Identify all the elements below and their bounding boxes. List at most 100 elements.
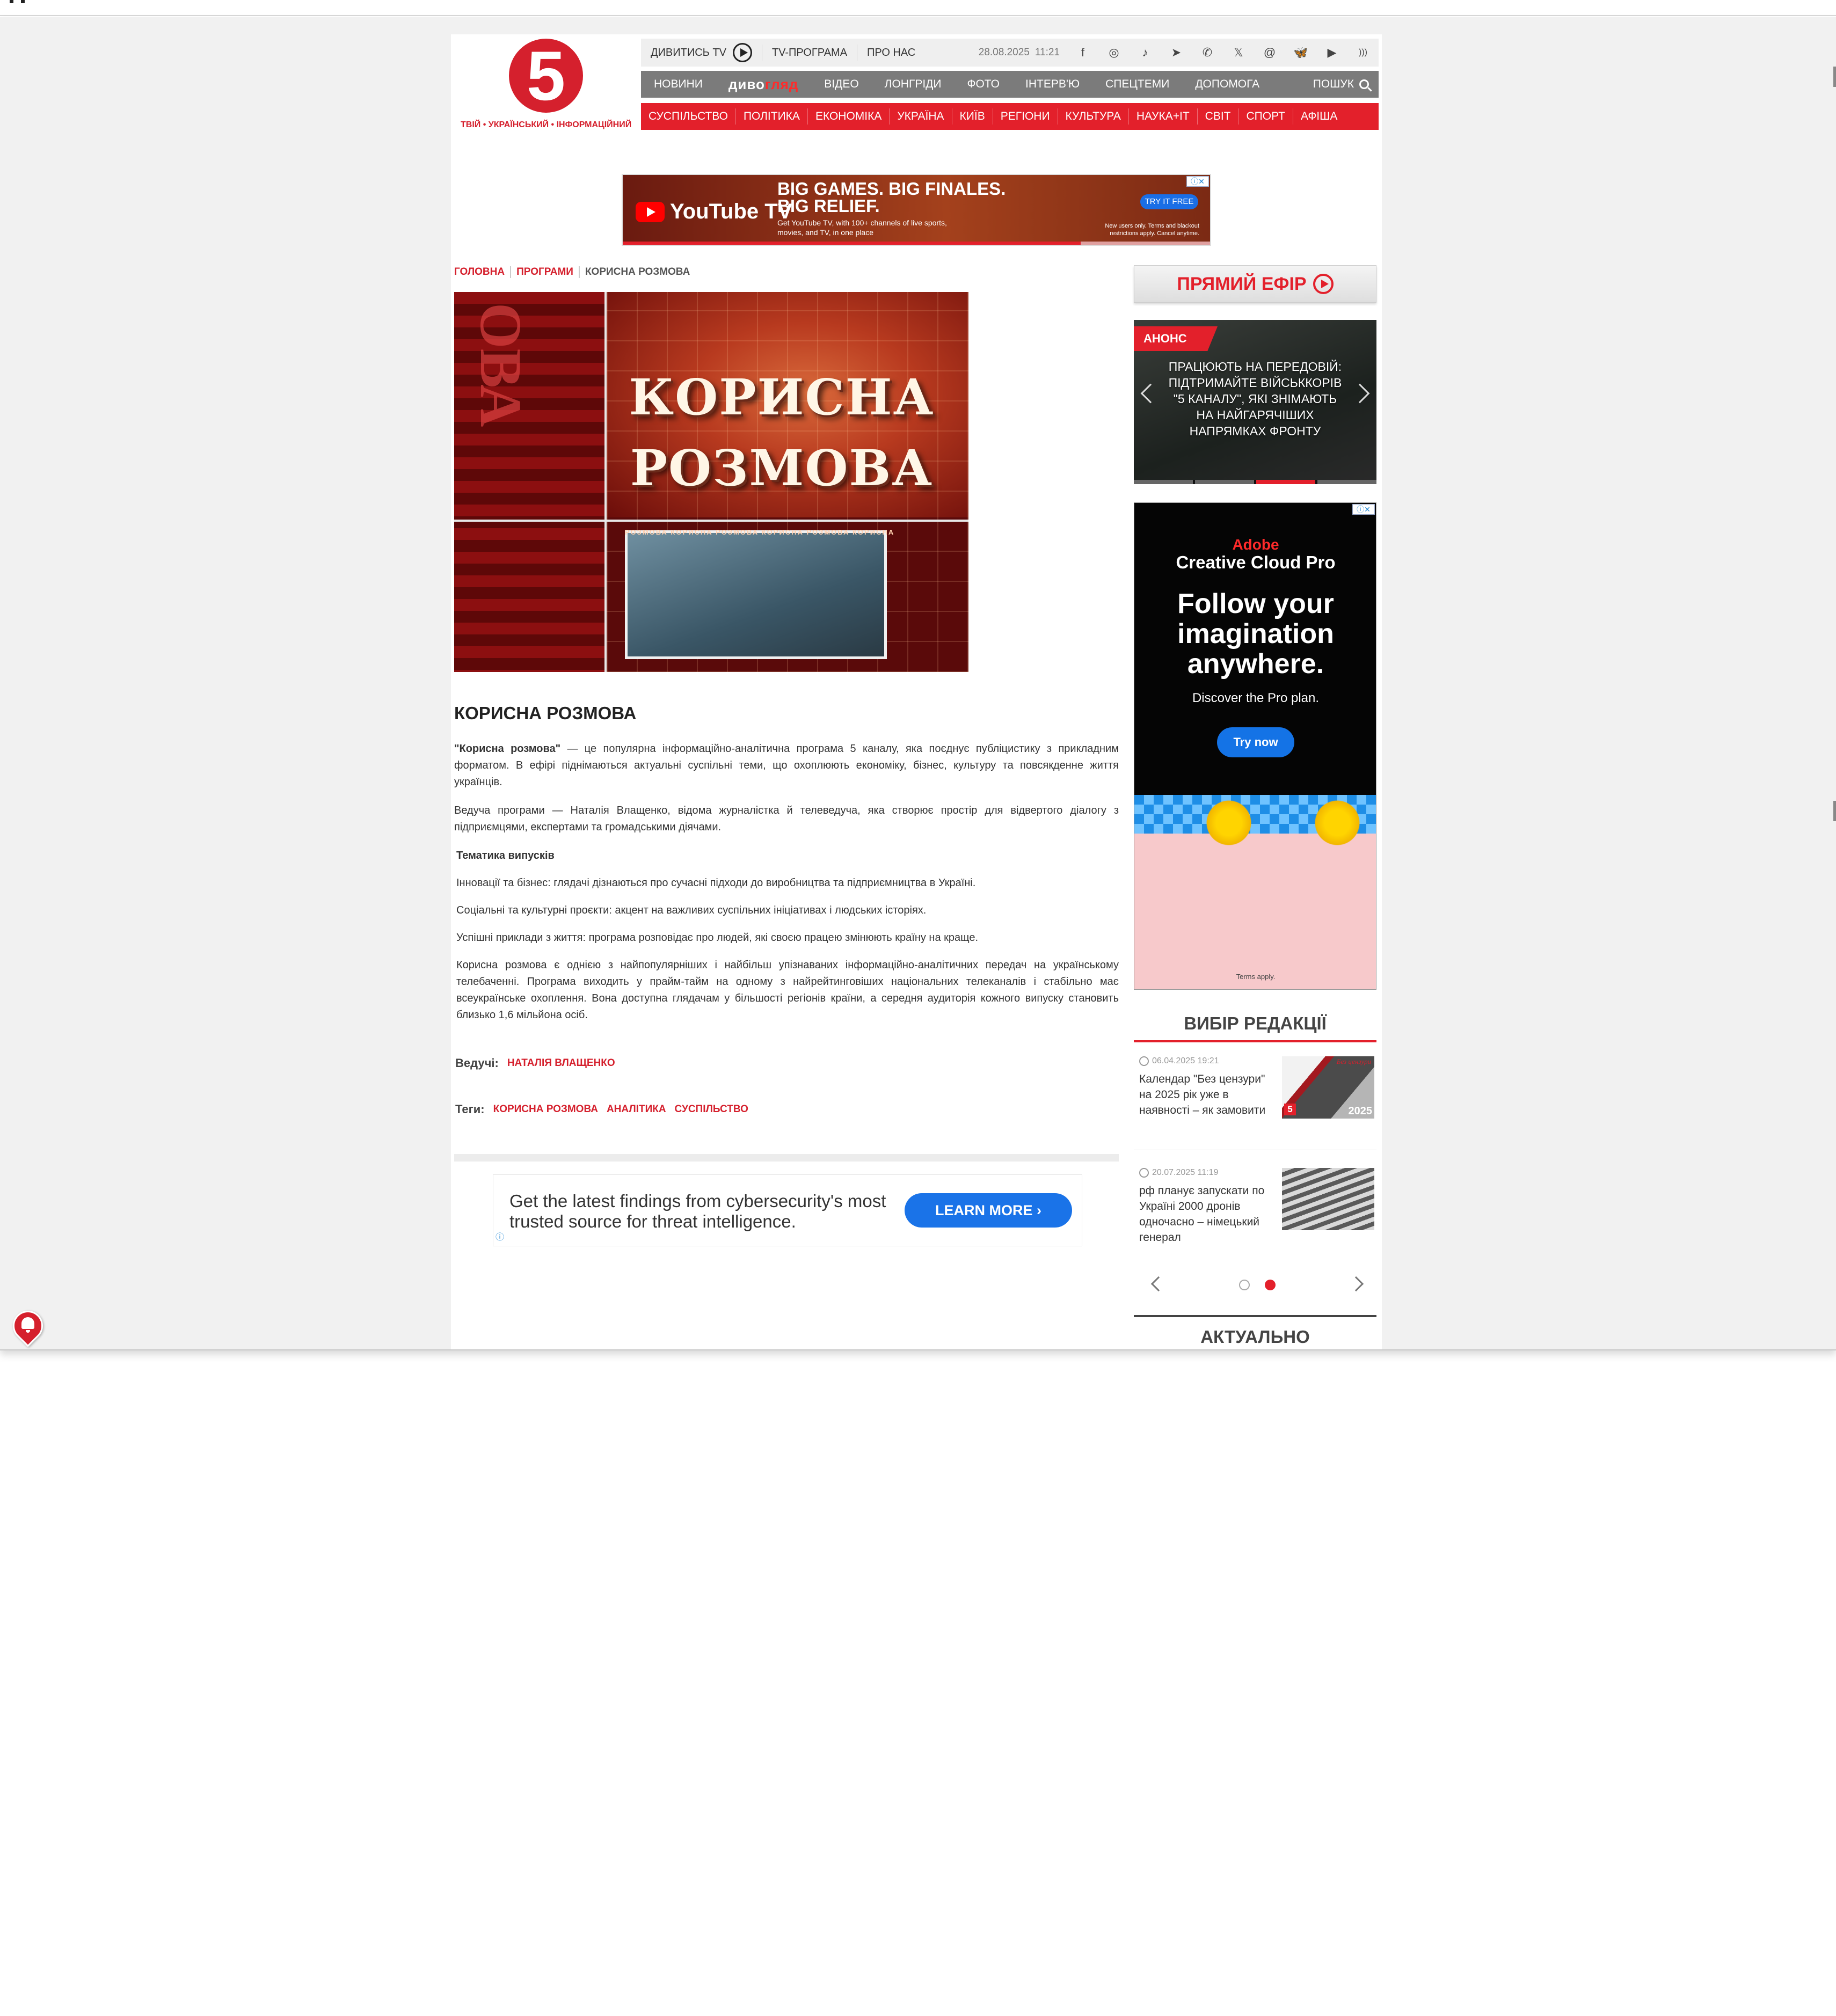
category-world[interactable]: СВІТ [1198, 108, 1239, 125]
whatsapp-icon[interactable]: ✆ [1192, 46, 1223, 60]
logo-tagline: ТВІЙ • УКРАЇНСЬКИЙ • ІНФОРМАЦІЙНИЙ [461, 120, 632, 129]
nav-divohliad[interactable]: дивогляд [716, 76, 811, 93]
article-paragraph-3: Корисна розмова є однією з найпопулярніш… [456, 959, 1119, 1021]
window-control-icon[interactable] [10, 0, 25, 3]
slider-indicator[interactable] [1195, 480, 1254, 484]
news-time: 20.07.2025 11:19 [1152, 1168, 1219, 1177]
flower-image [1312, 797, 1363, 849]
scrollbar-marker-top[interactable] [1833, 67, 1836, 87]
watch-tv-link[interactable]: ДИВИТИСЬ TV [641, 43, 762, 62]
window-top-bar [0, 0, 1836, 16]
category-kyiv[interactable]: КИЇВ [952, 108, 993, 125]
channel-5-icon: 5 [1284, 1104, 1296, 1115]
ad-headline-line-1: BIG GAMES. BIG FINALES. [777, 179, 1006, 199]
category-economy[interactable]: ЕКОНОМІКА [808, 108, 890, 125]
facebook-icon[interactable]: f [1067, 46, 1098, 60]
category-sport[interactable]: СПОРТ [1239, 108, 1294, 125]
hero-vertical-text: ОВА [468, 303, 534, 427]
ad-progress-fill [623, 242, 1081, 245]
divo-part-b: гляд [764, 76, 799, 92]
category-society[interactable]: СУСПІЛЬСТВО [641, 108, 736, 125]
host-link[interactable]: НАТАЛІЯ ВЛАЩЕНКО [507, 1057, 615, 1069]
rss-icon[interactable]: ))) [1347, 48, 1379, 57]
ad-try-free-button[interactable]: TRY IT FREE [1140, 194, 1198, 209]
category-science-it[interactable]: НАУКА+IT [1129, 108, 1198, 125]
slider-indicator[interactable] [1317, 480, 1376, 484]
slider-indicator-active[interactable] [1256, 480, 1315, 484]
article-topic-1: Інновації та бізнес: глядачі дізнаються … [456, 877, 976, 889]
nav-longreads[interactable]: ЛОНГРІДИ [872, 78, 955, 91]
breadcrumb-home[interactable]: ГОЛОВНА [454, 266, 512, 278]
youtube-icon[interactable]: ▶ [1316, 46, 1347, 60]
slider-indicator[interactable] [1134, 480, 1193, 484]
ad-progress-bar [623, 242, 1210, 245]
nav-photo[interactable]: ФОТО [954, 78, 1012, 91]
chevron-left-icon[interactable] [1150, 1276, 1167, 1292]
bluesky-icon[interactable]: 🦋 [1285, 46, 1316, 60]
notification-bell-button[interactable] [6, 1304, 49, 1347]
adobe-ad-banner[interactable]: Adobe Creative Cloud Pro Follow your ima… [1134, 502, 1376, 990]
search-button[interactable]: ПОШУК [1313, 78, 1379, 91]
news-title[interactable]: Календар "Без цензури" на 2025 рік уже в… [1139, 1071, 1273, 1118]
telegram-icon[interactable]: ➤ [1161, 46, 1192, 60]
actual-topline [1134, 1315, 1376, 1317]
announcement-slider[interactable]: АНОНС ПРАЦЮЮТЬ НА ПЕРЕДОВІЙ: ПІДТРИМАЙТЕ… [1134, 320, 1376, 484]
tag-link[interactable]: КОРИСНА РОЗМОВА [493, 1104, 598, 1115]
tag-link[interactable]: СУСПІЛЬСТВО [675, 1104, 748, 1115]
utility-bar: ДИВИТИСЬ TV TV-ПРОГРАМА ПРО НАС 28.08.20… [641, 39, 1379, 67]
youtube-tv-ad-banner[interactable]: YouTube TV BIG GAMES. BIG FINALES. BIG RE… [622, 174, 1211, 246]
news-item[interactable]: 06.04.2025 19:21 Календар "Без цензури" … [1134, 1056, 1376, 1156]
ad-subtext: Get YouTube TV, with 100+ channels of li… [777, 218, 947, 237]
news-thumbnail[interactable] [1282, 1168, 1374, 1230]
news-thumbnail[interactable]: Без цензури 5 2025 [1282, 1056, 1374, 1119]
ad-choices-icon[interactable]: ⓘ✕ [1186, 176, 1209, 187]
flower-image [1203, 797, 1255, 849]
breadcrumb-programs[interactable]: ПРОГРАМИ [511, 266, 580, 278]
threads-icon[interactable]: @ [1254, 46, 1285, 60]
hero-horizontal-rule [454, 520, 968, 522]
about-label: ПРО НАС [867, 46, 916, 59]
cybersecurity-ad-banner[interactable]: Get the latest findings from cybersecuri… [493, 1174, 1082, 1246]
tv-program-link[interactable]: TV-ПРОГРАМА [762, 45, 858, 61]
adobe-subtext: Discover the Pro plan. [1192, 691, 1320, 705]
hosts-label: Ведучі: [455, 1056, 499, 1070]
nav-special-topics[interactable]: СПЕЦТЕМИ [1092, 78, 1182, 91]
category-afisha[interactable]: АФІША [1293, 108, 1345, 125]
category-culture[interactable]: КУЛЬТУРА [1058, 108, 1129, 125]
chevron-right-icon[interactable] [1348, 1276, 1364, 1292]
tags-label: Теги: [455, 1102, 485, 1116]
nav-help[interactable]: ДОПОМОГА [1182, 78, 1272, 91]
ad-choices-icon[interactable]: ⓘ✕ [1352, 504, 1375, 515]
learn-more-button[interactable]: LEARN MORE › [905, 1193, 1072, 1228]
tiktok-icon[interactable]: ♪ [1130, 46, 1161, 60]
tag-link[interactable]: АНАЛІТИКА [607, 1104, 666, 1115]
hero-vertical-rule [604, 292, 607, 672]
x-icon[interactable]: 𝕏 [1223, 46, 1254, 60]
nav-video[interactable]: ВІДЕО [811, 78, 871, 91]
category-ukraine[interactable]: УКРАЇНА [890, 108, 952, 125]
main-nav: НОВИНИ дивогляд ВІДЕО ЛОНГРІДИ ФОТО ІНТЕ… [641, 71, 1379, 98]
pagination-dot[interactable] [1239, 1280, 1250, 1290]
news-time: 06.04.2025 19:21 [1152, 1056, 1219, 1065]
pagination-dot-active[interactable] [1265, 1280, 1276, 1290]
announcement-text[interactable]: ПРАЦЮЮТЬ НА ПЕРЕДОВІЙ: ПІДТРИМАЙТЕ ВІЙСЬ… [1165, 359, 1345, 439]
category-politics[interactable]: ПОЛІТИКА [736, 108, 808, 125]
news-item[interactable]: 20.07.2025 11:19 рф планує запускати по … [1134, 1168, 1376, 1268]
search-label: ПОШУК [1313, 78, 1354, 90]
tags-row: Теги: КОРИСНА РОЗМОВА АНАЛІТИКА СУСПІЛЬС… [455, 1102, 748, 1116]
site-logo[interactable]: 5 ТВІЙ • УКРАЇНСЬКИЙ • ІНФОРМАЦІЙНИЙ [461, 39, 632, 144]
nav-interview[interactable]: ІНТЕРВ'Ю [1012, 78, 1092, 91]
article-topic-3: Успішні приклади з життя: програма розпо… [456, 932, 979, 944]
scrollbar-marker-bottom[interactable] [1833, 801, 1836, 821]
about-link[interactable]: ПРО НАС [857, 45, 925, 61]
live-stream-button[interactable]: ПРЯМИЙ ЕФІР [1134, 265, 1376, 303]
slider-next-icon[interactable] [1350, 383, 1370, 404]
instagram-icon[interactable]: ◎ [1098, 46, 1130, 60]
ad-info-icon[interactable]: ⓘ [496, 1230, 504, 1243]
nav-news[interactable]: НОВИНИ [641, 78, 716, 91]
slider-prev-icon[interactable] [1140, 383, 1161, 404]
adobe-try-now-button[interactable]: Try now [1217, 727, 1294, 757]
news-title[interactable]: рф планує запускати по Україні 2000 дрон… [1139, 1183, 1273, 1245]
category-regions[interactable]: РЕГІОНИ [993, 108, 1058, 125]
clock-icon [1139, 1056, 1149, 1066]
